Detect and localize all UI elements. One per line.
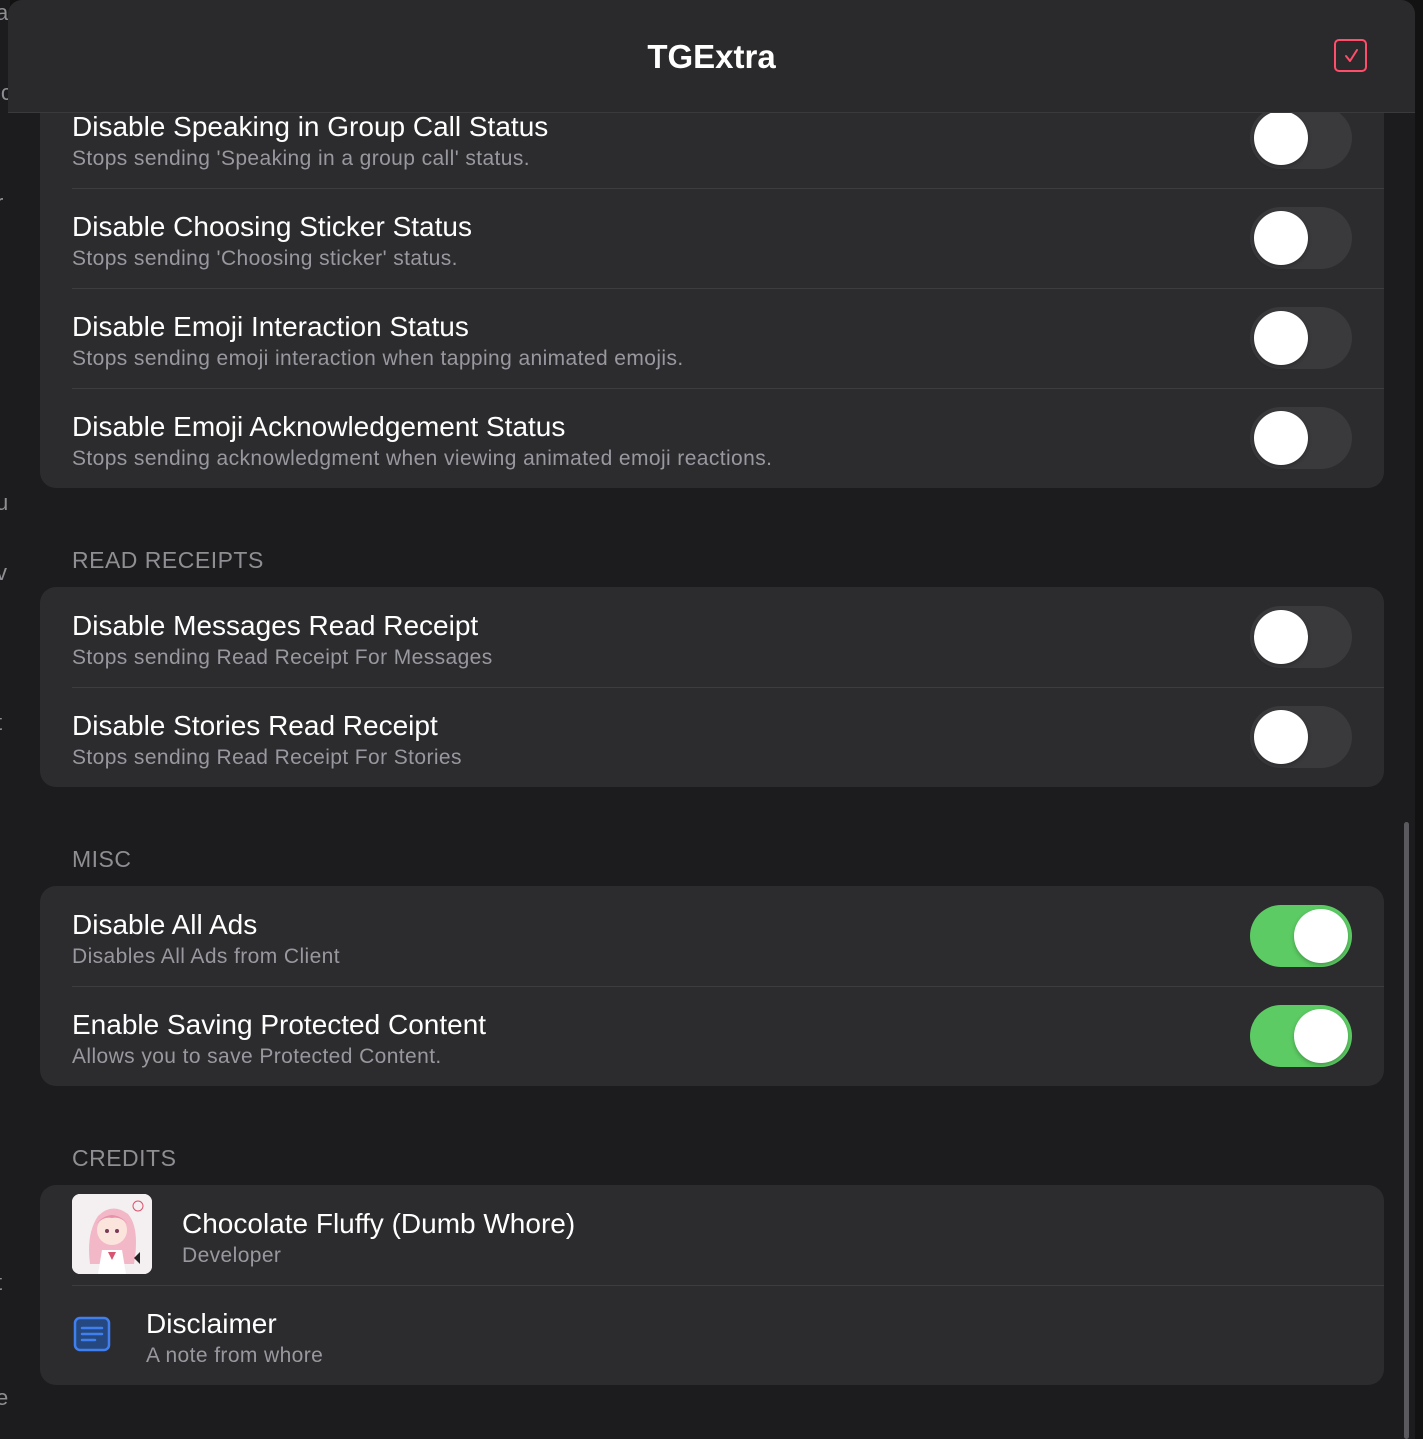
page-title: TGExtra — [647, 38, 776, 75]
settings-sheet: TGExtra Disable Speaking in Group Call S… — [8, 0, 1415, 1439]
toggle-knob — [1254, 211, 1308, 265]
read-receipts-group: Disable Messages Read Receipt Stops send… — [40, 587, 1384, 787]
toggle-sticker-status[interactable] — [1250, 207, 1352, 269]
toggle-knob — [1254, 311, 1308, 365]
section-header-credits: CREDITS — [72, 1145, 177, 1171]
toggle-save-protected-content[interactable] — [1250, 1005, 1352, 1067]
setting-subtitle: Disables All Ads from Client — [72, 945, 340, 968]
toggle-stories-read-receipt[interactable] — [1250, 706, 1352, 768]
misc-group: Disable All Ads Disables All Ads from Cl… — [40, 886, 1384, 1086]
setting-title: Disable Stories Read Receipt — [72, 710, 438, 741]
credit-row-developer[interactable]: Chocolate Fluffy (Dumb Whore) Developer — [40, 1185, 1384, 1285]
section-header-misc: MISC — [72, 846, 132, 872]
toggle-knob — [1254, 610, 1308, 664]
document-icon — [73, 1316, 111, 1352]
section-header-read-receipts: READ RECEIPTS — [72, 547, 264, 573]
setting-row-disable-ads: Disable All Ads Disables All Ads from Cl… — [40, 886, 1384, 986]
scroll-indicator[interactable] — [1404, 822, 1409, 1439]
navigation-bar: TGExtra — [8, 0, 1415, 113]
checkbox-icon — [1344, 48, 1358, 62]
credits-group: Chocolate Fluffy (Dumb Whore) Developer … — [40, 1185, 1384, 1385]
setting-title: Disable All Ads — [72, 909, 258, 940]
done-button[interactable] — [1334, 39, 1367, 72]
developer-role: Developer — [182, 1244, 282, 1267]
toggle-emoji-interaction[interactable] — [1250, 307, 1352, 369]
status-settings-group: Disable Speaking in Group Call Status St… — [40, 88, 1384, 488]
toggle-knob — [1294, 1009, 1348, 1063]
disclaimer-title: Disclaimer — [146, 1308, 277, 1339]
setting-row-emoji-acknowledgement: Disable Emoji Acknowledgement Status Sto… — [40, 388, 1384, 488]
toggle-messages-read-receipt[interactable] — [1250, 606, 1352, 668]
setting-row-stories-read-receipt: Disable Stories Read Receipt Stops sendi… — [40, 687, 1384, 787]
setting-subtitle: Stops sending Read Receipt For Stories — [72, 746, 462, 769]
toggle-knob — [1254, 411, 1308, 465]
toggle-disable-ads[interactable] — [1250, 905, 1352, 967]
setting-title: Disable Emoji Interaction Status — [72, 311, 469, 342]
developer-avatar — [72, 1194, 152, 1274]
toggle-knob — [1254, 710, 1308, 764]
setting-subtitle: Stops sending emoji interaction when tap… — [72, 347, 684, 370]
setting-title: Disable Choosing Sticker Status — [72, 211, 472, 242]
setting-row-emoji-interaction: Disable Emoji Interaction Status Stops s… — [40, 288, 1384, 388]
setting-row-sticker-status: Disable Choosing Sticker Status Stops se… — [40, 188, 1384, 288]
setting-subtitle: Stops sending acknowledgment when viewin… — [72, 447, 773, 470]
setting-subtitle: Stops sending Read Receipt For Messages — [72, 646, 493, 669]
setting-row-messages-read-receipt: Disable Messages Read Receipt Stops send… — [40, 587, 1384, 687]
setting-row-save-protected-content: Enable Saving Protected Content Allows y… — [40, 986, 1384, 1086]
setting-title: Disable Messages Read Receipt — [72, 610, 479, 641]
credit-row-disclaimer[interactable]: Disclaimer A note from whore — [40, 1285, 1384, 1385]
setting-title: Enable Saving Protected Content — [72, 1009, 487, 1040]
disclaimer-subtitle: A note from whore — [146, 1344, 324, 1367]
setting-subtitle: Allows you to save Protected Content. — [72, 1045, 442, 1068]
setting-title: Disable Speaking in Group Call Status — [72, 111, 549, 142]
setting-title: Disable Emoji Acknowledgement Status — [72, 411, 566, 442]
toggle-knob — [1294, 909, 1348, 963]
toggle-speaking-status[interactable] — [1250, 107, 1352, 169]
developer-name: Chocolate Fluffy (Dumb Whore) — [182, 1208, 576, 1239]
toggle-knob — [1254, 111, 1308, 165]
setting-subtitle: Stops sending 'Choosing sticker' status. — [72, 247, 458, 270]
setting-subtitle: Stops sending 'Speaking in a group call'… — [72, 147, 530, 170]
toggle-emoji-acknowledgement[interactable] — [1250, 407, 1352, 469]
